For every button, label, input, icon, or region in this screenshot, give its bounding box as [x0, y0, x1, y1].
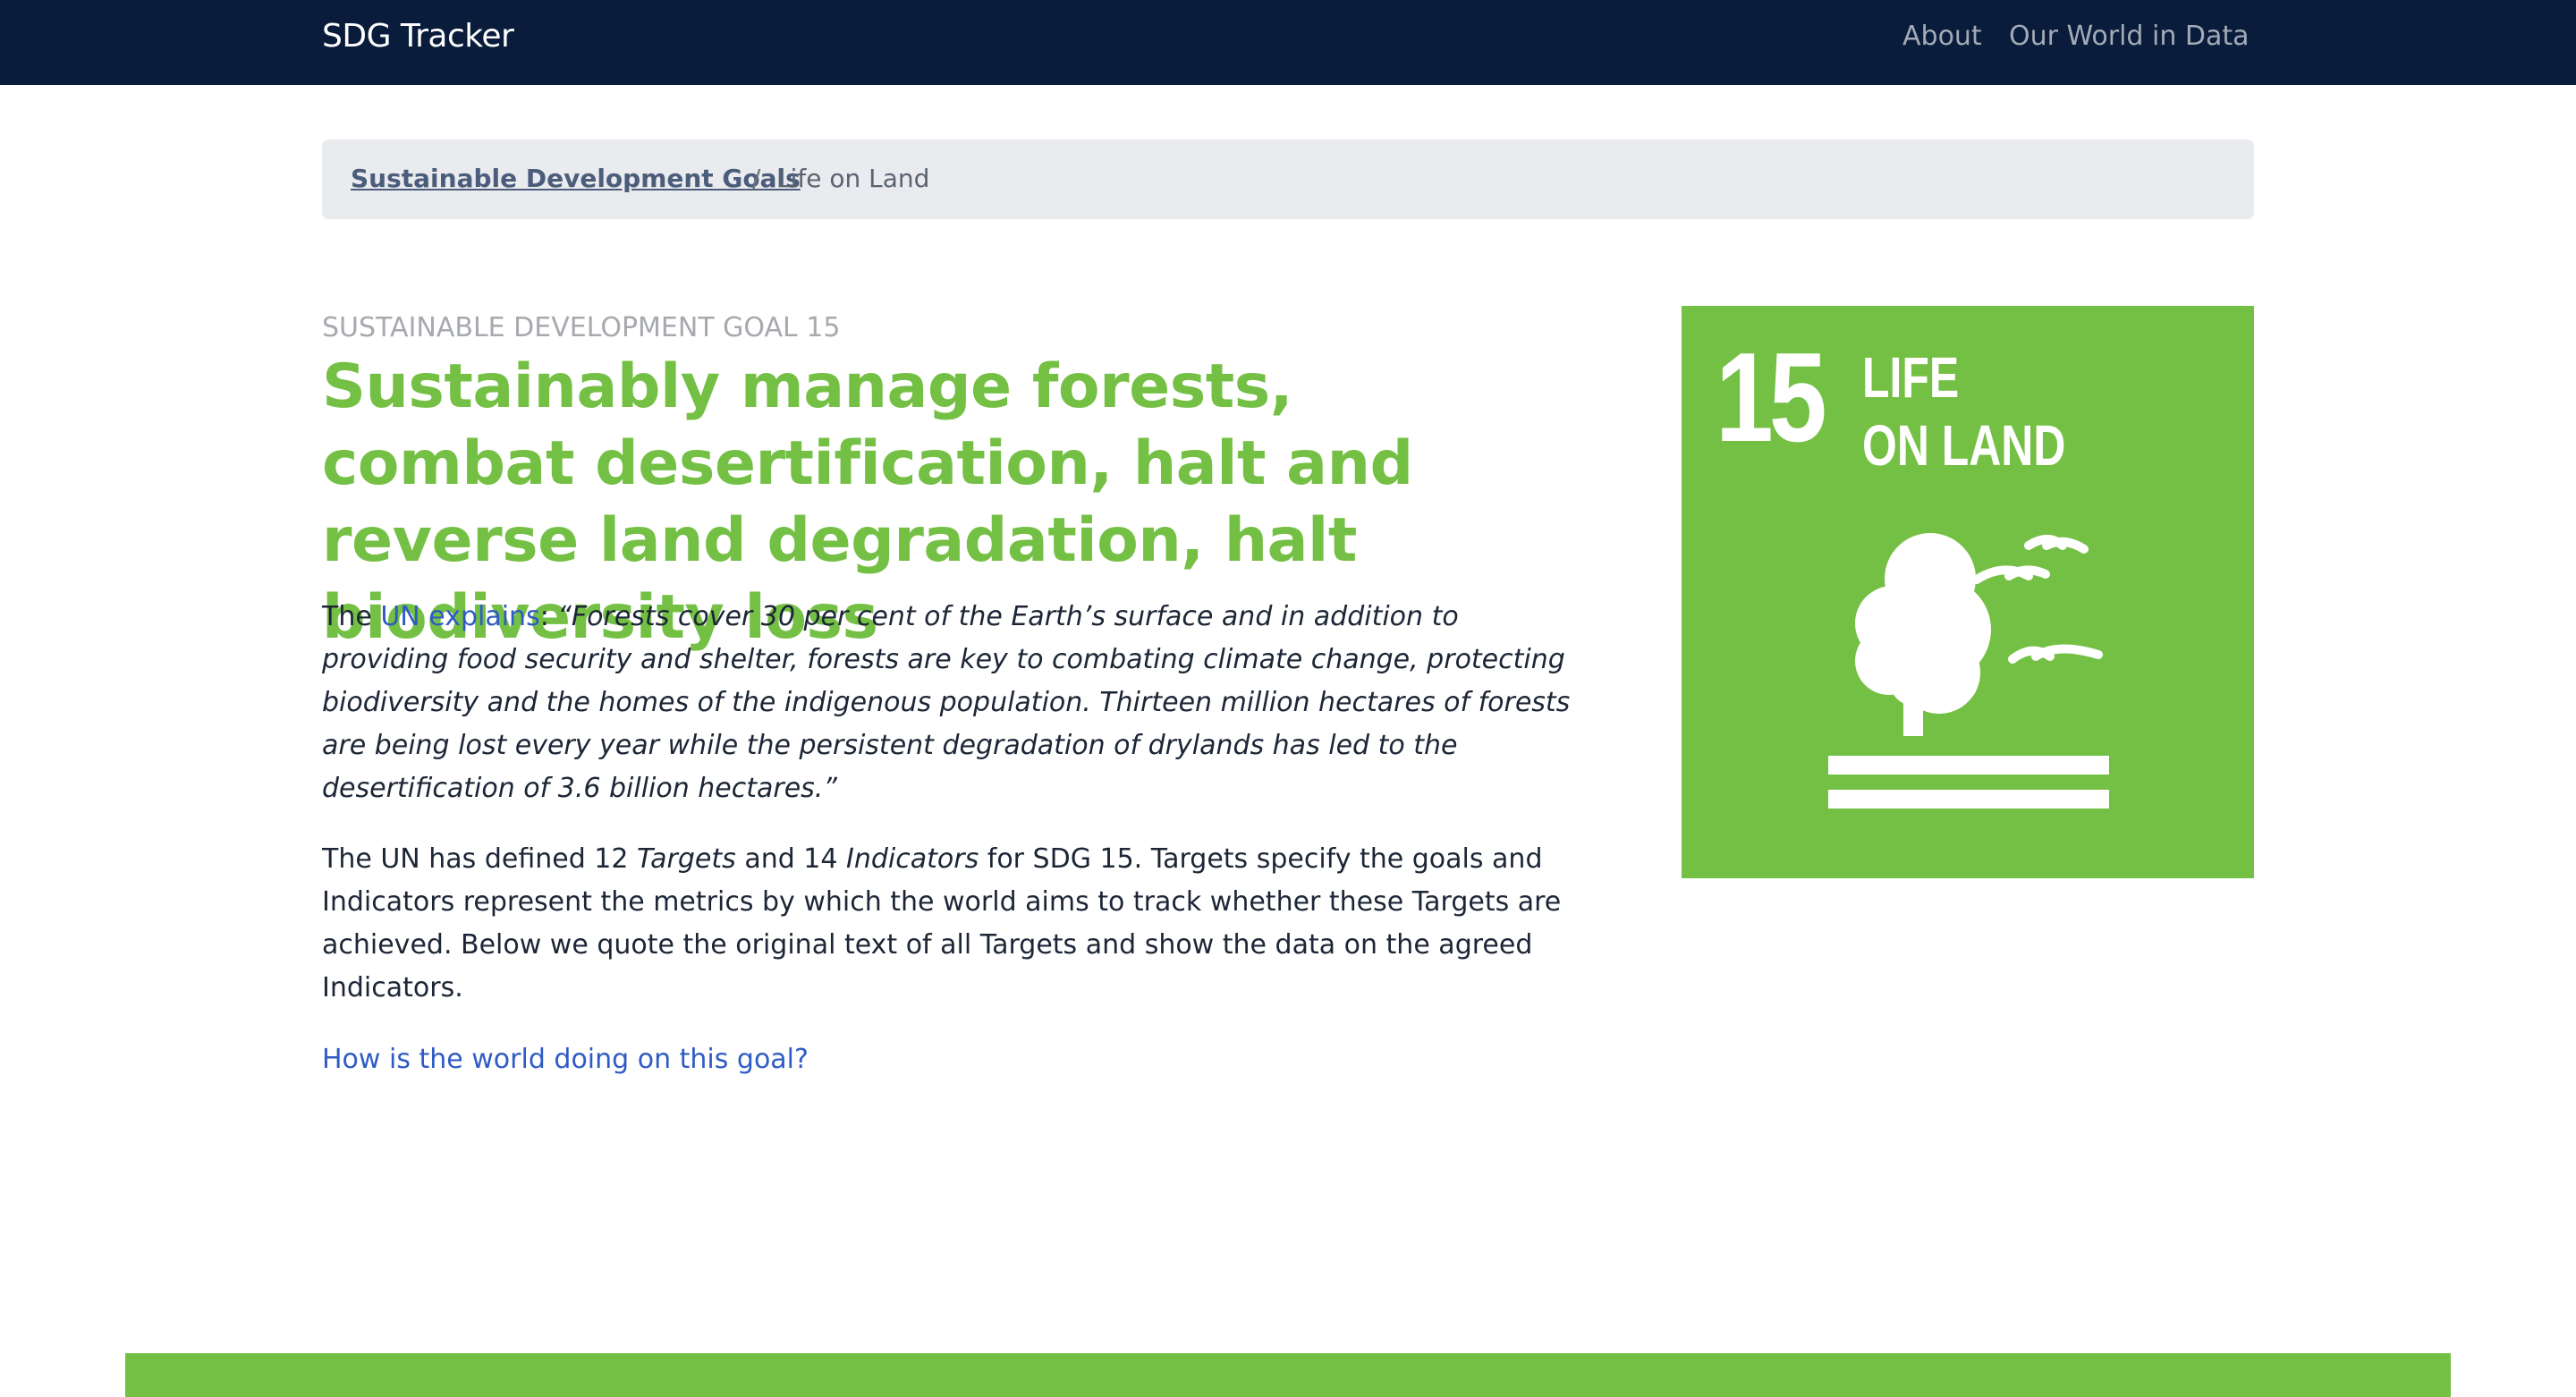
un-explains-link[interactable]: UN explains: [380, 601, 539, 632]
breadcrumb: Sustainable Development Goals / Life on …: [322, 140, 2254, 219]
p2-text-a: The UN has defined 12: [322, 843, 637, 875]
nav-link-about[interactable]: About: [1902, 14, 1982, 59]
world-progress-link[interactable]: How is the world doing on this goal?: [322, 1038, 809, 1081]
sdg-15-tile: 15 LIFE ON LAND: [1682, 306, 2254, 878]
breadcrumb-link-sdgs[interactable]: Sustainable Development Goals: [351, 158, 801, 199]
indicators-term: Indicators: [846, 843, 979, 875]
tree-and-birds-icon: [1828, 533, 2109, 809]
breadcrumb-separator: /: [752, 164, 761, 193]
brand-link[interactable]: SDG Tracker: [322, 14, 514, 59]
targets-paragraph: The UN has defined 12 Targets and 14 Ind…: [322, 838, 1574, 1010]
top-navbar: SDG Tracker About Our World in Data: [0, 0, 2576, 85]
intro-prefix: The: [322, 601, 381, 632]
intro-colon: :: [539, 601, 558, 632]
p2-text-b: and 14: [735, 843, 847, 875]
targets-term: Targets: [637, 843, 736, 875]
goal-eyebrow: SUSTAINABLE DEVELOPMENT GOAL 15: [322, 312, 841, 343]
nav-link-our-world-in-data[interactable]: Our World in Data: [2009, 14, 2250, 59]
breadcrumb-current: Life on Land: [776, 164, 930, 193]
goal-color-bar: [125, 1353, 2451, 1397]
intro-paragraph: The UN explains: “Forests cover 30 per c…: [322, 596, 1574, 810]
